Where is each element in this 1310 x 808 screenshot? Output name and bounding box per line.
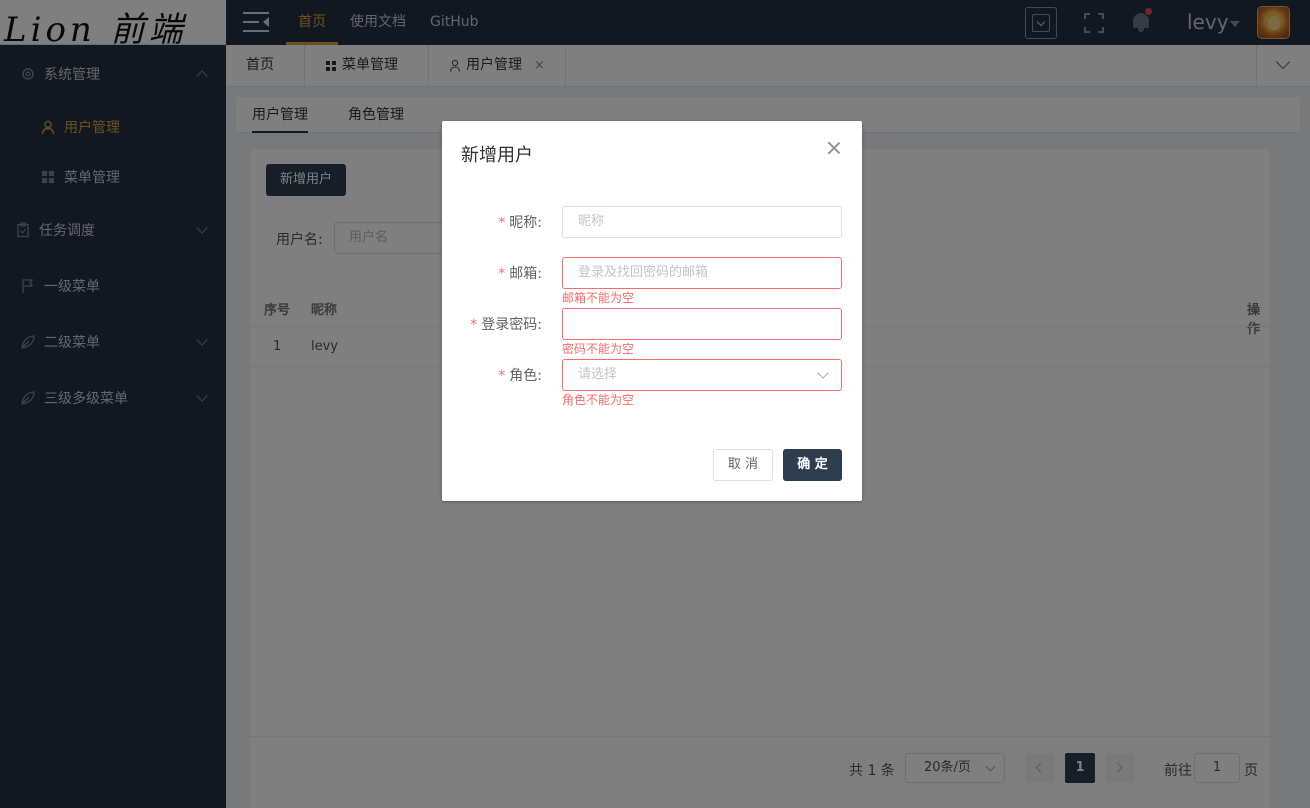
nickname-placeholder: 昵称 bbox=[578, 214, 605, 229]
email-error: 邮箱不能为空 bbox=[562, 291, 635, 305]
nickname-label: * 昵称: bbox=[498, 215, 542, 231]
required-mark: * bbox=[470, 317, 478, 333]
password-label: * 登录密码: bbox=[470, 317, 542, 333]
password-field[interactable] bbox=[562, 308, 842, 340]
close-icon[interactable] bbox=[827, 141, 841, 155]
required-mark: * bbox=[498, 368, 506, 384]
email-placeholder: 登录及找回密码的邮箱 bbox=[578, 265, 709, 280]
role-select[interactable]: 请选择 bbox=[562, 359, 842, 391]
required-mark: * bbox=[498, 266, 506, 282]
nickname-field[interactable]: 昵称 bbox=[562, 206, 842, 238]
password-error: 密码不能为空 bbox=[562, 342, 635, 356]
dialog-title: 新增用户 bbox=[461, 145, 533, 166]
confirm-button[interactable]: 确 定 bbox=[783, 449, 842, 481]
add-user-dialog: 新增用户 * 昵称: 昵称 * 邮箱: 登录及找回密码的邮箱 邮箱不能为空 * 登录密… bbox=[442, 121, 862, 501]
email-label: * 邮箱: bbox=[498, 266, 542, 282]
required-mark: * bbox=[498, 215, 506, 231]
role-error: 角色不能为空 bbox=[562, 393, 635, 407]
email-field[interactable]: 登录及找回密码的邮箱 bbox=[562, 257, 842, 289]
role-placeholder: 请选择 bbox=[578, 367, 618, 382]
role-label: * 角色: bbox=[498, 368, 542, 384]
cancel-button[interactable]: 取 消 bbox=[713, 449, 773, 481]
chevron-down-icon bbox=[817, 367, 829, 379]
